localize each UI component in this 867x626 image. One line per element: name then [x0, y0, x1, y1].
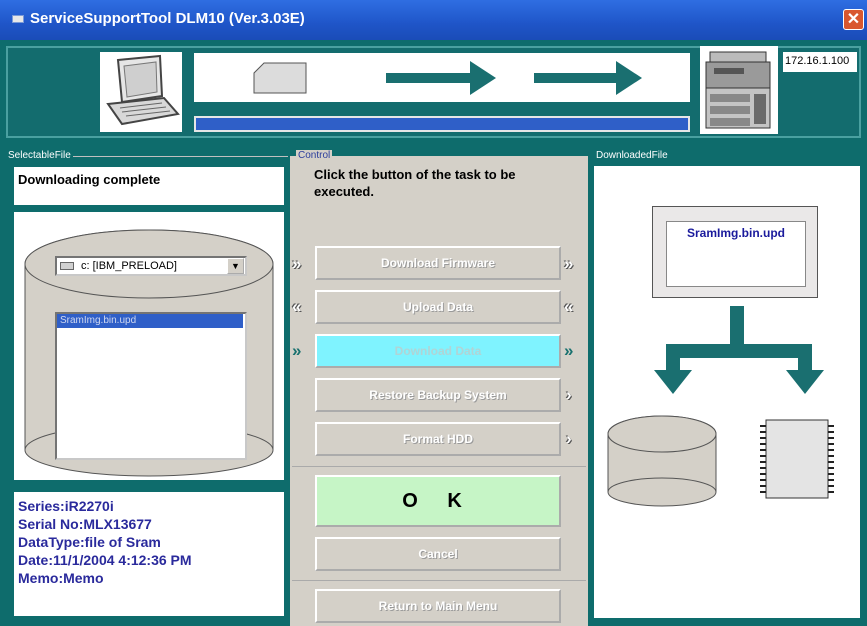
double-arrow-right-icon: » [564, 254, 574, 273]
close-button[interactable]: ✕ [843, 9, 864, 30]
series-text: Series:iR2270i [18, 498, 114, 514]
control-instruction: Click the button of the task to be execu… [314, 167, 516, 199]
format-hdd-button[interactable]: Format HDD [315, 422, 561, 456]
ok-button[interactable]: O K [315, 475, 561, 527]
upload-data-button[interactable]: Upload Data [315, 290, 561, 324]
arrow-right-icon: › [566, 429, 572, 448]
laptop-icon [100, 52, 182, 132]
control-label: Control [296, 150, 333, 161]
double-arrow-right-icon: » [292, 254, 302, 273]
selectable-file-label: SelectableFile [6, 150, 73, 161]
transfer-animation [194, 53, 690, 102]
download-data-button[interactable]: Download Data [315, 334, 561, 368]
datatype-text: DataType:file of Sram [18, 534, 161, 550]
divider [292, 466, 586, 467]
drive-icon [60, 262, 74, 270]
return-main-menu-button[interactable]: Return to Main Menu [315, 589, 561, 623]
divider [292, 580, 586, 581]
drive-select[interactable]: c: [IBM_PRELOAD] [55, 256, 247, 276]
file-list-item[interactable]: SramImg.bin.upd [57, 314, 243, 328]
copier-icon [700, 46, 778, 134]
double-arrow-right-icon: » [292, 341, 302, 360]
downloaded-file-label: DownloadedFile [594, 150, 670, 161]
serial-text: Serial No:MLX13677 [18, 516, 152, 532]
app-icon [12, 15, 24, 23]
arrow-right-icon: › [566, 385, 572, 404]
download-firmware-button[interactable]: Download Firmware [315, 246, 561, 280]
date-text: Date:11/1/2004 4:12:36 PM [18, 552, 192, 568]
cancel-button[interactable]: Cancel [315, 537, 561, 571]
downloaded-file-name: SramImg.bin.upd [666, 221, 806, 287]
file-list[interactable] [55, 312, 247, 460]
file-info: Series:iR2270i Serial No:MLX13677 DataTy… [14, 492, 284, 616]
double-arrow-right-icon: » [564, 341, 574, 360]
progress-bar [194, 116, 690, 132]
chevron-down-icon[interactable]: ▼ [227, 258, 244, 274]
restore-backup-button[interactable]: Restore Backup System [315, 378, 561, 412]
ip-address-field[interactable]: 172.16.1.100 [783, 52, 857, 72]
double-arrow-left-icon: « [292, 297, 302, 316]
double-arrow-left-icon: « [564, 297, 574, 316]
memo-text: Memo:Memo [18, 570, 104, 586]
status-message: Downloading complete [14, 167, 284, 205]
window-title: ServiceSupportTool DLM10 (Ver.3.03E) [30, 10, 305, 27]
